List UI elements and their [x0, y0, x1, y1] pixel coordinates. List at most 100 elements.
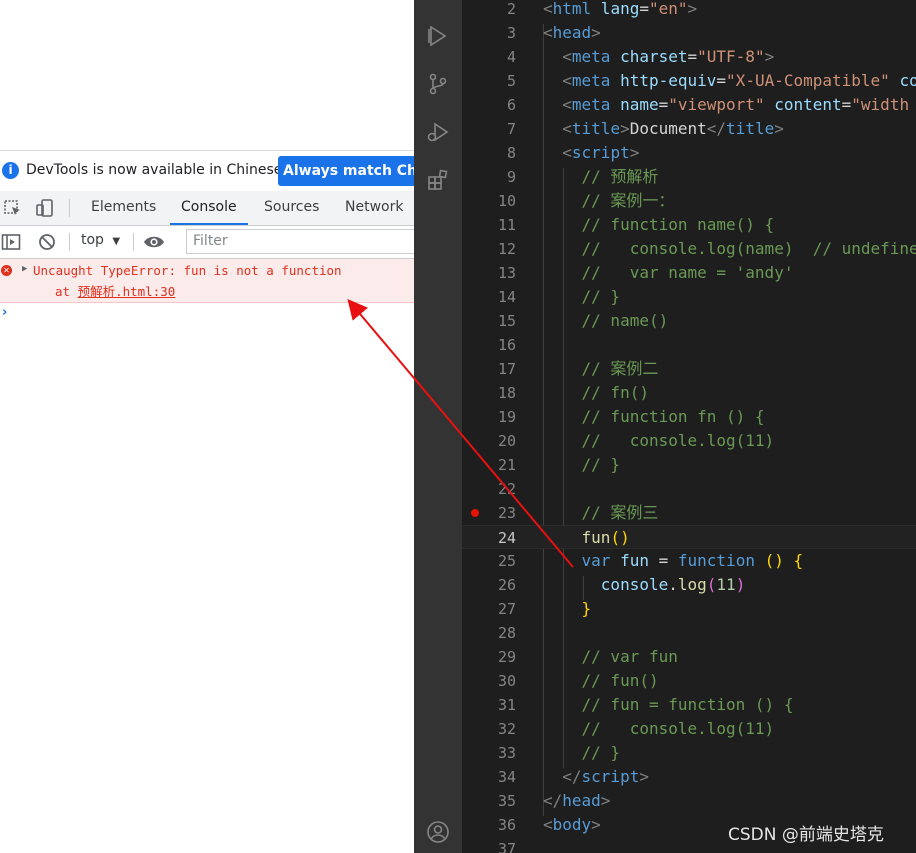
code-line[interactable]: 12 // console.log(name) // undefined — [462, 237, 916, 261]
code-line[interactable]: 8 <script> — [462, 141, 916, 165]
filter-input[interactable]: Filter — [186, 229, 414, 254]
code-token: > — [774, 119, 784, 138]
code-line[interactable]: 5 <meta http-equiv="X-UA-Compatible" con… — [462, 69, 916, 93]
code-line[interactable]: 26 console.log(11) — [462, 573, 916, 597]
code-line[interactable]: 32 // console.log(11) — [462, 717, 916, 741]
tab-network[interactable]: Network — [345, 191, 403, 225]
code-line[interactable]: 19 // function fn () { — [462, 405, 916, 429]
code-line[interactable]: 34 </script> — [462, 765, 916, 789]
line-number: 22 — [497, 480, 516, 498]
run-debug-icon[interactable] — [426, 120, 450, 144]
code-line[interactable]: 23 // 案例三 — [462, 501, 916, 525]
code-line[interactable]: 7 <title>Document</title> — [462, 117, 916, 141]
activity-bar — [414, 0, 462, 853]
source-control-icon[interactable] — [426, 72, 450, 96]
code-line[interactable]: 17 // 案例二 — [462, 357, 916, 381]
code-line[interactable]: 14 // } — [462, 285, 916, 309]
code-token: var — [581, 551, 611, 570]
code-line[interactable]: 33 // } — [462, 741, 916, 765]
tab-elements[interactable]: Elements — [91, 191, 156, 225]
code-text: // } — [543, 453, 621, 477]
toolbar-divider — [69, 199, 70, 217]
code-line[interactable]: 9 // 预解析 — [462, 165, 916, 189]
tab-console[interactable]: Console — [170, 191, 248, 225]
code-line[interactable]: 25 var fun = function () { — [462, 549, 916, 573]
code-line[interactable]: 13 // var name = 'andy' — [462, 261, 916, 285]
code-text: } — [543, 597, 592, 621]
code-token: { — [793, 551, 804, 570]
line-number: 18 — [497, 384, 516, 402]
eye-icon[interactable] — [143, 233, 165, 251]
code-line[interactable]: 6 <meta name="viewport" content="width — [462, 93, 916, 117]
account-icon[interactable] — [426, 820, 450, 844]
code-token: // 案例二 — [581, 359, 659, 378]
code-token: head — [552, 23, 592, 42]
source-link[interactable]: 预解析.html:30 — [78, 284, 176, 299]
code-line[interactable]: 35 </head> — [462, 789, 916, 813]
explorer-icon[interactable] — [426, 24, 450, 48]
code-line[interactable]: 20 // console.log(11) — [462, 429, 916, 453]
code-line[interactable]: 29 // var fun — [462, 645, 916, 669]
line-number: 32 — [497, 720, 516, 738]
code-line[interactable]: 28 — [462, 621, 916, 645]
code-editor[interactable]: 2 <html lang="en"> 3 <head> 4 <meta charset=… — [462, 0, 916, 853]
line-number: 34 — [497, 768, 516, 786]
code-text: // } — [543, 741, 621, 765]
code-token: < — [562, 47, 572, 66]
code-line[interactable]: 4 <meta charset="UTF-8"> — [462, 45, 916, 69]
code-token: > — [764, 47, 775, 66]
code-token: . — [668, 575, 678, 594]
line-number: 13 — [497, 264, 516, 282]
code-token: script — [581, 767, 640, 786]
code-line[interactable]: 27 } — [462, 597, 916, 621]
code-token: http-equiv — [610, 71, 717, 90]
code-line[interactable]: 30 // fun() — [462, 669, 916, 693]
code-line[interactable]: 2 <html lang="en"> — [462, 0, 916, 21]
code-text: // console.log(11) — [543, 717, 775, 741]
inspect-element-icon[interactable] — [3, 198, 23, 218]
code-token: // name() — [581, 311, 669, 330]
code-token: fun — [620, 551, 649, 570]
always-match-language-button[interactable]: Always match Chrome's language — [278, 156, 414, 186]
extensions-icon[interactable] — [426, 168, 450, 192]
clear-console-icon[interactable] — [38, 233, 56, 251]
code-line[interactable]: 22 — [462, 477, 916, 501]
code-text: // var fun — [543, 645, 678, 669]
code-text: // fun = function () { — [543, 693, 794, 717]
line-number: 20 — [497, 432, 516, 450]
code-line[interactable]: 16 — [462, 333, 916, 357]
tab-sources[interactable]: Sources — [264, 191, 319, 225]
code-text: // 预解析 — [543, 165, 659, 189]
code-line[interactable]: 10 // 案例一： — [462, 189, 916, 213]
code-line[interactable]: 3 <head> — [462, 21, 916, 45]
line-number: 12 — [497, 240, 516, 258]
code-text: <head> — [543, 21, 601, 45]
line-number: 29 — [497, 648, 516, 666]
device-toolbar-icon[interactable] — [35, 198, 55, 218]
code-line[interactable]: 11 // function name() { — [462, 213, 916, 237]
code-token: // var name = 'andy' — [581, 263, 794, 282]
code-line[interactable]: 24 fun() — [462, 525, 916, 549]
expand-triangle-icon[interactable]: ▶ — [22, 264, 27, 274]
line-number: 15 — [497, 312, 516, 330]
code-token: = — [841, 95, 852, 114]
code-token: content — [764, 95, 842, 114]
context-select[interactable]: top ▼ — [81, 232, 120, 248]
code-line[interactable]: 15 // name() — [462, 309, 916, 333]
show-sidebar-icon[interactable] — [1, 232, 21, 252]
code-token: // } — [581, 455, 621, 474]
code-line[interactable]: 18 // fn() — [462, 381, 916, 405]
code-token: > — [600, 791, 611, 810]
chevron-down-icon: ▼ — [112, 236, 121, 247]
code-token: // 案例三 — [581, 503, 659, 522]
code-line[interactable]: 31 // fun = function () { — [462, 693, 916, 717]
console-prompt[interactable]: › — [2, 305, 7, 320]
code-line[interactable]: 21 // } — [462, 453, 916, 477]
